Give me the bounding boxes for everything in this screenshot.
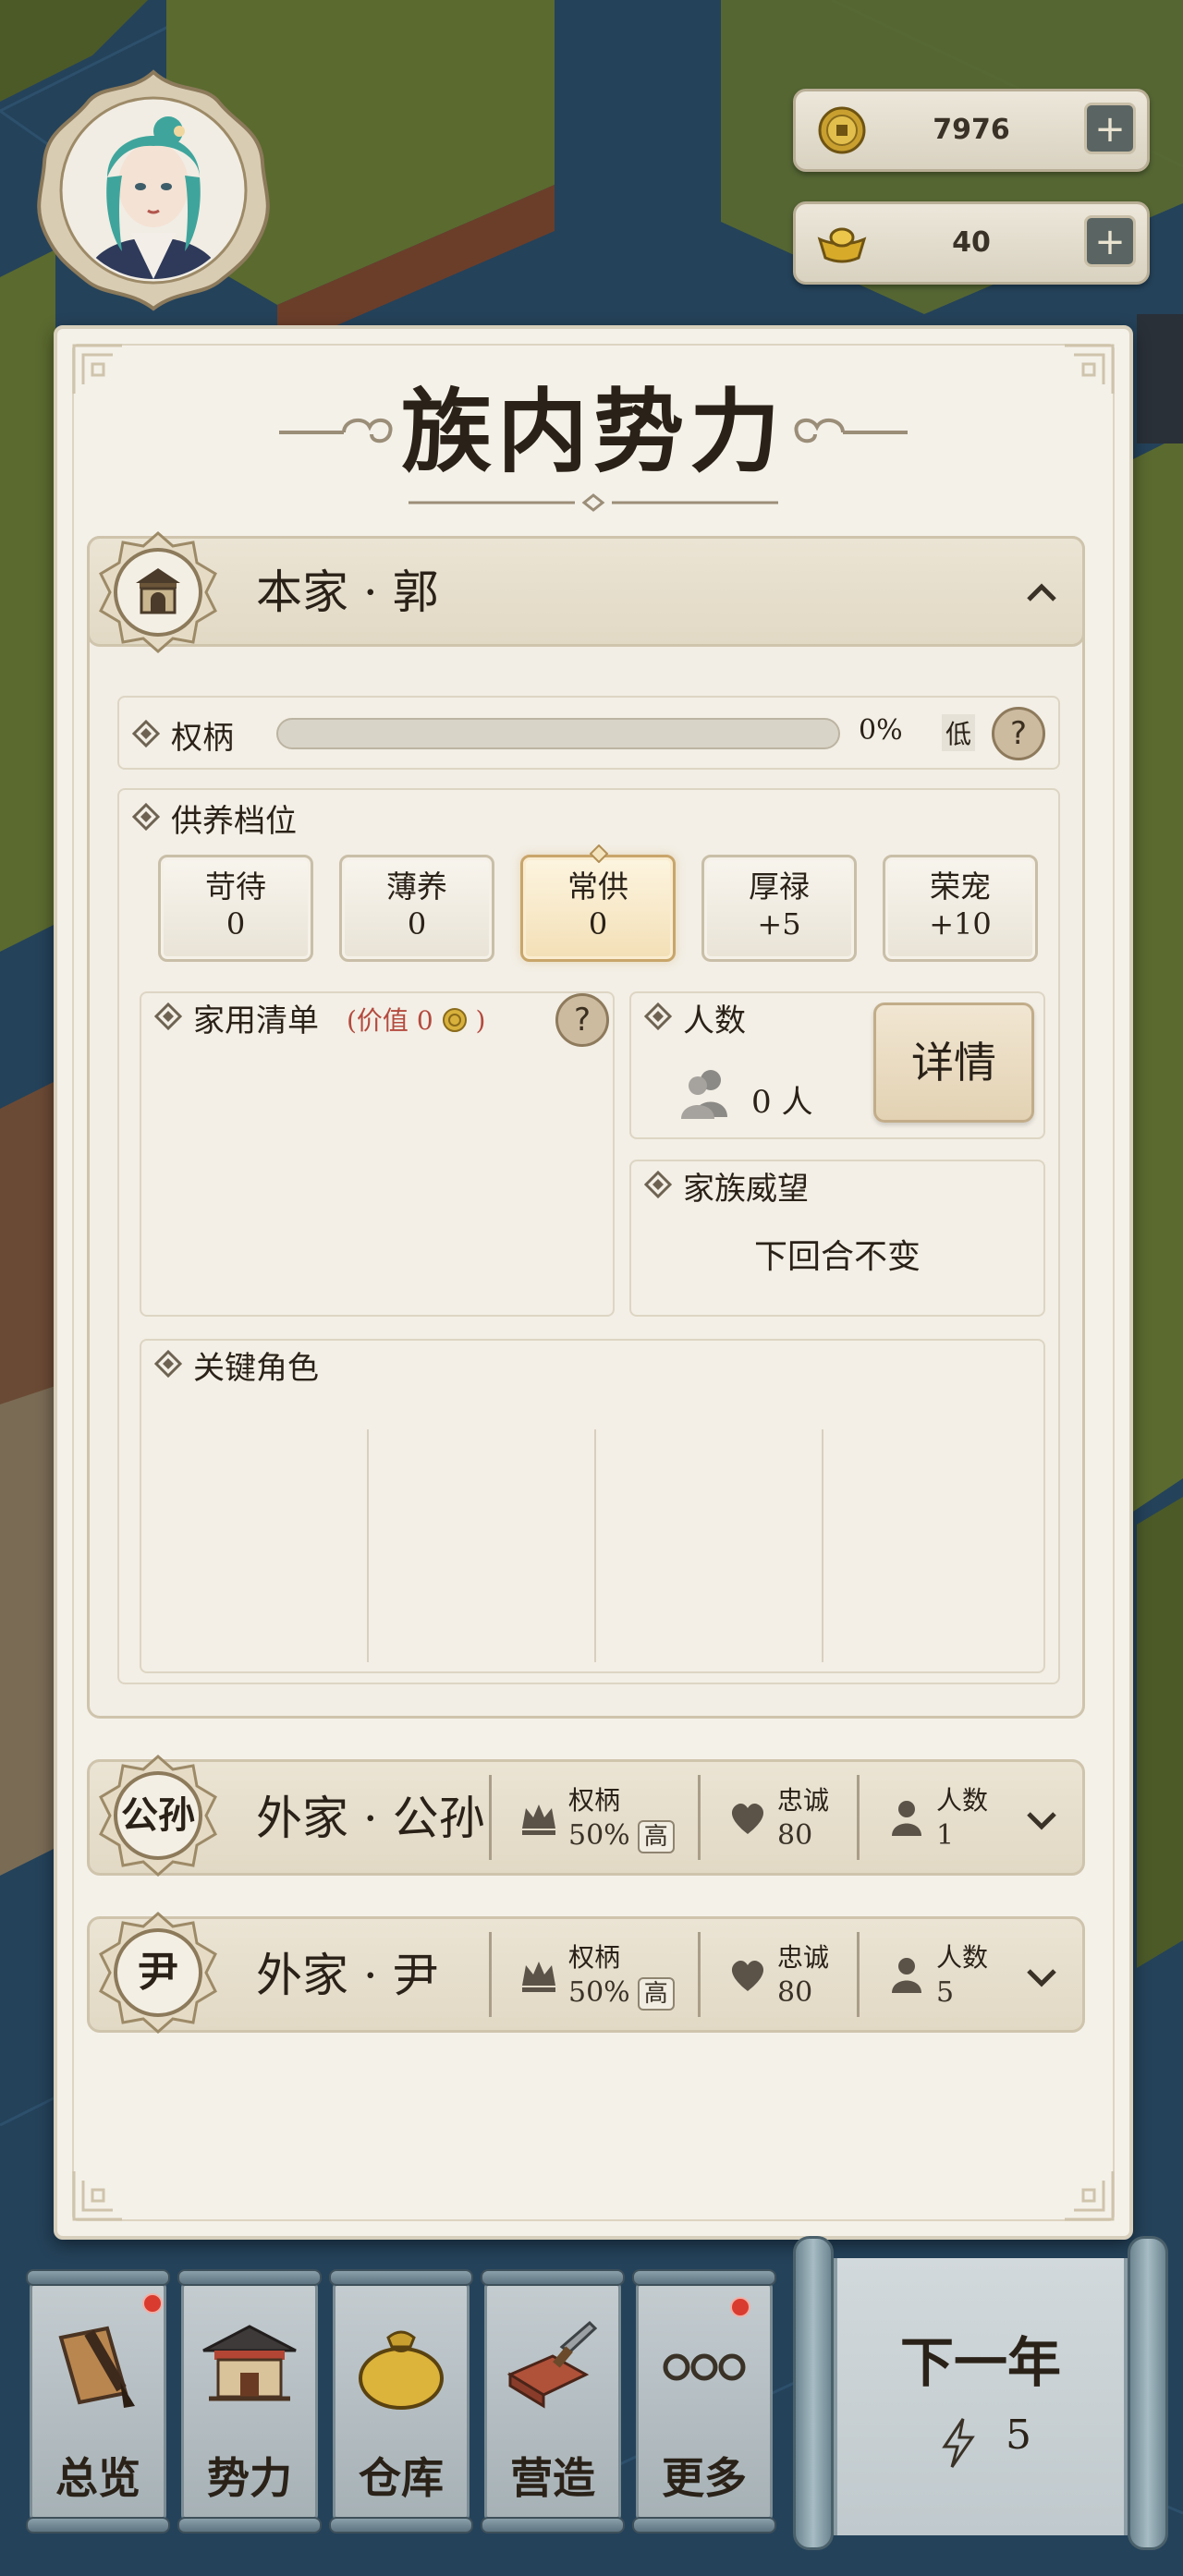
tier-button-harsh[interactable]: 苛待 0 [158, 855, 313, 962]
nav-more[interactable]: 更多 [632, 2269, 776, 2533]
power-stat: 权柄 50% 高 [496, 1775, 700, 1858]
prestige-status: 下回合不变 [753, 1238, 921, 1276]
crown-icon [522, 1804, 555, 1835]
household-value: (价值 0 ) [347, 1005, 486, 1036]
role-slot-divider [594, 1429, 596, 1662]
coin-icon [442, 1008, 467, 1032]
chevron-up-icon[interactable] [1021, 572, 1062, 613]
power-help-button[interactable]: ? [992, 707, 1045, 760]
nav-label: 营造 [510, 2453, 595, 2503]
family-row-gongsun[interactable]: 公孙 外家 · 公孙 权柄 50% 高 忠诚 80 人数 1 [87, 1755, 1085, 1877]
loyalty-stat: 忠诚 80 [705, 1775, 862, 1858]
power-stat: 权柄 50% 高 [496, 1932, 700, 2015]
person-icon [892, 1958, 921, 1993]
power-row: 权柄 0% 低 ? [117, 696, 1060, 770]
gold-ingot-icon [817, 227, 867, 263]
people-icon [681, 1070, 727, 1119]
nav-label: 势力 [207, 2453, 292, 2503]
diamond-bullet-icon [644, 1002, 672, 1030]
heart-icon [731, 1960, 764, 1991]
diamond-bullet-icon [132, 803, 160, 831]
corner-ornament [72, 2171, 122, 2221]
add-ingots-button[interactable]: + [1084, 215, 1136, 267]
prestige-label: 家族威望 [683, 1171, 809, 1208]
panel-title: 族内势力 [400, 379, 786, 485]
chevron-down-icon[interactable] [1021, 1956, 1062, 1997]
nav-warehouse[interactable]: 仓库 [329, 2269, 473, 2533]
nav-construction[interactable]: 营造 [481, 2269, 625, 2533]
crown-icon [522, 1962, 555, 1992]
household-help-button[interactable]: ? [555, 993, 609, 1047]
household-list-label: 家用清单 [193, 1002, 319, 1039]
diamond-bullet-icon [154, 1350, 182, 1378]
nav-factions[interactable]: 势力 [177, 2269, 322, 2533]
money-bag-icon [359, 2330, 444, 2410]
role-slot-divider [822, 1429, 823, 1662]
family-name: 外家 · 尹 [256, 1949, 439, 2002]
family-emblem-text: 公孙 [121, 1793, 195, 1837]
notification-dot [142, 2293, 163, 2314]
household-list-box: 家用清单 (价值 0 ) ? [140, 991, 615, 1317]
main-family-header[interactable]: 本家 · 郭 [87, 531, 1085, 653]
bricks-trowel-icon [506, 2320, 598, 2409]
tier-button-generous[interactable]: 厚禄 +5 [701, 855, 857, 962]
diamond-bullet-icon [154, 1002, 182, 1030]
corner-ornament [1065, 2171, 1115, 2221]
coin-counter: 7976 + [793, 89, 1150, 172]
prestige-box: 家族威望 下回合不变 [629, 1160, 1045, 1317]
tier-button-regular-selected[interactable]: 常供 0 [520, 844, 676, 962]
ingot-value: 40 [952, 226, 991, 259]
nav-overview[interactable]: 总览 [26, 2269, 170, 2533]
heart-icon [731, 1803, 764, 1834]
main-family-section: 本家 · 郭 权柄 0% 低 ? 供养档位 苛待 0 薄养 0 常供 0 厚禄 +5 荣… [87, 531, 1085, 1719]
support-tier-label: 供养档位 [171, 803, 297, 840]
headcount-box: 人数 0 人 详情 [629, 991, 1045, 1139]
selected-marker-icon [590, 844, 608, 863]
chevron-down-icon[interactable] [1021, 1799, 1062, 1840]
family-detail-box: 供养档位 苛待 0 薄养 0 常供 0 厚禄 +5 荣宠 +10 家用清单 (价值 0 )… [117, 788, 1060, 1684]
palace-icon [202, 2325, 297, 2401]
player-avatar[interactable] [30, 67, 277, 314]
brush-scroll-icon [58, 2326, 135, 2408]
coin-icon [818, 106, 866, 154]
family-emblem-text: 尹 [138, 1949, 178, 1996]
key-roles-label: 关键角色 [193, 1350, 319, 1387]
nav-label: 更多 [662, 2453, 747, 2503]
title-underline [409, 493, 778, 512]
nav-label: 仓库 [359, 2453, 444, 2503]
key-roles-box: 关键角色 [140, 1339, 1045, 1673]
diamond-bullet-icon [644, 1171, 672, 1198]
family-row-yin[interactable]: 尹 外家 · 尹 权柄 50% 高 忠诚 80 人数 5 [87, 1912, 1085, 2034]
power-progress-bar [276, 718, 840, 749]
diamond-bullet-icon [132, 720, 160, 747]
power-level: 低 [942, 714, 976, 751]
energy-count: 5 [1006, 2412, 1031, 2459]
tier-button-favored[interactable]: 荣宠 +10 [883, 855, 1038, 962]
ingot-counter: 40 + [793, 201, 1150, 285]
tier-button-meager[interactable]: 薄养 0 [339, 855, 494, 962]
headcount-label: 人数 [683, 1002, 746, 1039]
loyalty-stat: 忠诚 80 [705, 1932, 862, 2015]
person-icon [892, 1801, 921, 1836]
power-percent: 0% [859, 714, 903, 747]
notification-dot [730, 2297, 750, 2317]
headcount-value: 0 人 [751, 1084, 813, 1121]
coin-value: 7976 [933, 114, 1010, 146]
headcount-stat: 人数 5 [864, 1932, 1021, 2015]
power-label: 权柄 [171, 720, 234, 757]
main-family-name: 本家 · 郭 [256, 565, 439, 619]
house-gate-icon [136, 568, 180, 614]
headcount-stat: 人数 1 [864, 1775, 1021, 1858]
add-coins-button[interactable]: + [1084, 103, 1136, 154]
details-button[interactable]: 详情 [873, 1002, 1034, 1123]
role-slot-divider [367, 1429, 369, 1662]
more-dots-icon [663, 2353, 746, 2381]
next-year-button[interactable]: 下一年 5 [793, 2236, 1168, 2550]
family-name: 外家 · 公孙 [256, 1792, 485, 1845]
nav-label: 总览 [55, 2453, 140, 2503]
next-year-label: 下一年 [899, 2331, 1061, 2394]
lightning-icon [942, 2418, 975, 2468]
